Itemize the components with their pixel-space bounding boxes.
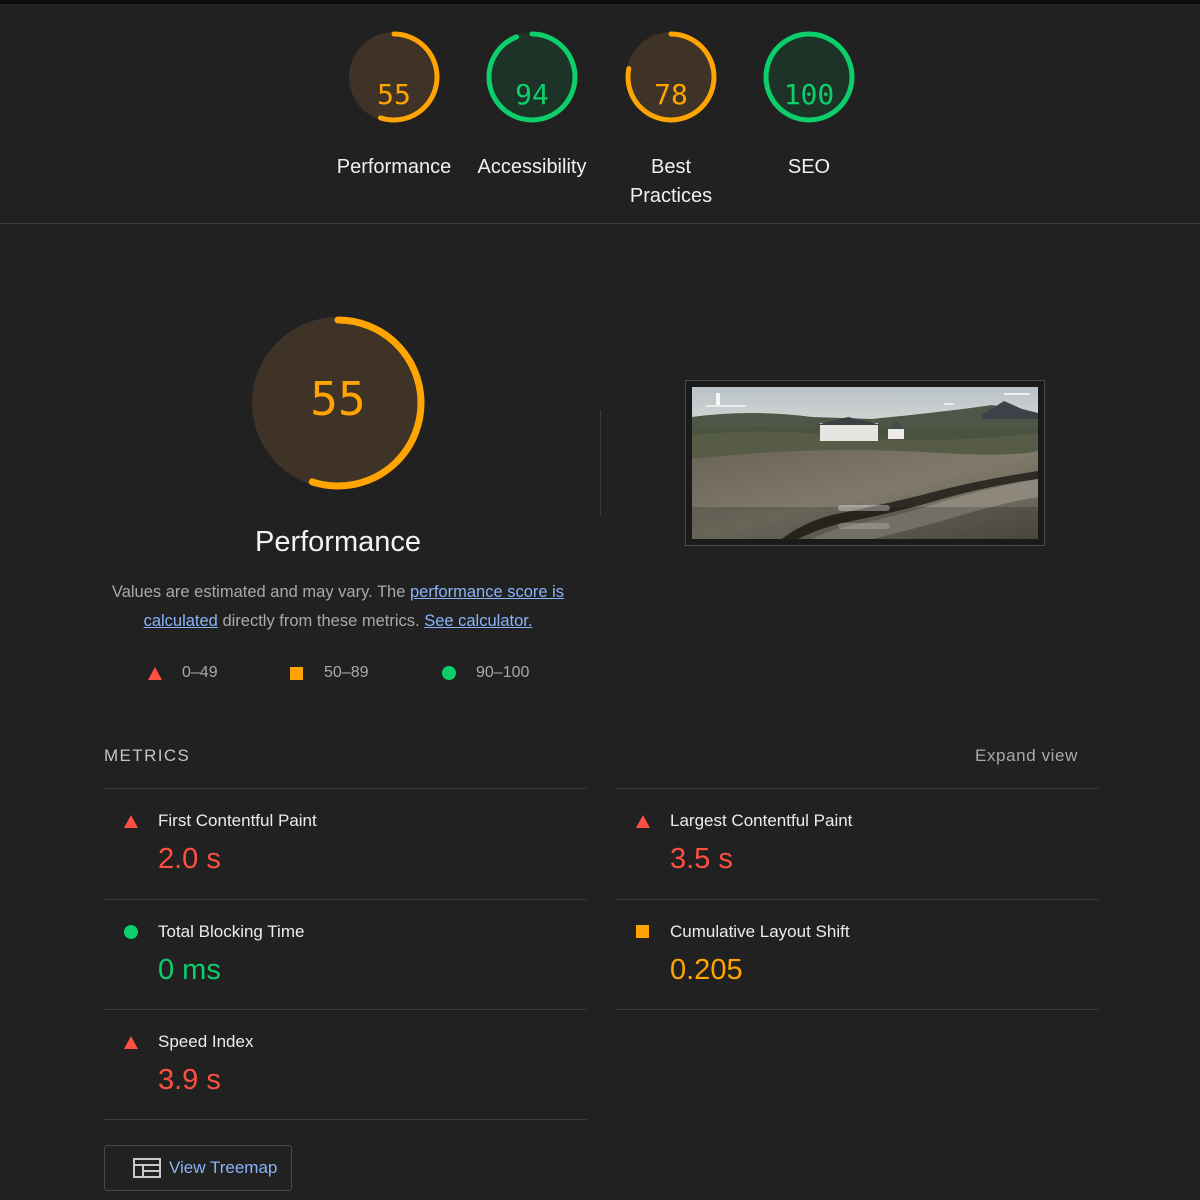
metric-value: 0 ms: [158, 954, 221, 986]
fail-triangle-icon: [124, 1036, 138, 1049]
gauge-ring: [486, 31, 578, 123]
metric-first-contentful-paint: First Contentful Paint 2.0 s: [104, 789, 587, 899]
metric-cumulative-layout-shift: Cumulative Layout Shift 0.205: [616, 900, 1099, 1010]
legend-item-average: 50–89: [290, 660, 369, 686]
expand-view-toggle[interactable]: Expand view: [975, 746, 1078, 766]
metrics-heading: METRICS: [104, 746, 191, 765]
metric-total-blocking-time: Total Blocking Time 0 ms: [104, 900, 587, 1010]
legend-item-fail: 0–49: [148, 660, 218, 686]
final-screenshot: [692, 387, 1038, 539]
metric-value: 0.205: [670, 954, 743, 986]
average-square-icon: [290, 666, 303, 680]
score-legend: 0–49 50–89 90–100: [0, 660, 700, 686]
performance-description: Values are estimated and may vary. The p…: [98, 578, 578, 636]
metric-label: First Contentful Paint: [158, 811, 317, 830]
average-square-icon: [636, 925, 649, 938]
metric-label: Speed Index: [158, 1032, 254, 1051]
gauge-performance[interactable]: 55 Performance: [324, 17, 464, 178]
treemap-button-label: View Treemap: [169, 1158, 278, 1177]
legend-item-pass: 90–100: [442, 660, 529, 686]
metric-label: Total Blocking Time: [158, 922, 305, 941]
landscape-image: [692, 387, 1038, 539]
gauge-score: 100: [783, 78, 835, 111]
pass-circle-icon: [442, 666, 456, 680]
performance-score: 55: [310, 372, 366, 426]
description-text: directly from these metrics.: [217, 612, 425, 630]
metric-largest-contentful-paint: Largest Contentful Paint 3.5 s: [616, 789, 1099, 899]
gauge-best-practices[interactable]: 78 Best Practices: [601, 17, 741, 207]
fail-triangle-icon: [636, 815, 650, 828]
fail-triangle-icon: [148, 666, 162, 680]
description-text: Values are estimated and may vary. The: [111, 583, 410, 601]
gauge-label-line: Best: [650, 156, 692, 178]
metric-speed-index: Speed Index 3.9 s: [104, 1010, 587, 1120]
legend-range: 90–100: [476, 664, 530, 681]
pass-circle-icon: [124, 925, 138, 939]
view-treemap-button[interactable]: View Treemap: [104, 1145, 292, 1191]
see-calculator-link[interactable]: See calculator.: [424, 612, 532, 630]
metric-value: 2.0 s: [158, 843, 221, 875]
gauge-score: 78: [654, 78, 688, 111]
gauge-accessibility[interactable]: 94 Accessibility: [462, 17, 602, 178]
top-border: [0, 0, 1200, 4]
gauge-score: 94: [515, 78, 549, 111]
legend-range: 50–89: [324, 664, 369, 681]
metrics-divider: [616, 1009, 1099, 1010]
header-separator: [0, 223, 1200, 224]
gauge-label: Best Practices: [591, 153, 751, 211]
performance-title: Performance: [254, 526, 421, 558]
gauge-ring: [625, 31, 717, 123]
gauge-label: Accessibility: [477, 156, 587, 178]
gauge-ring: [348, 31, 440, 123]
metric-label: Largest Contentful Paint: [670, 811, 853, 830]
gauge-label: Performance: [336, 156, 452, 178]
gauge-score: 55: [377, 78, 411, 111]
legend-range: 0–49: [182, 664, 218, 681]
gauge-ring: [763, 31, 855, 123]
treemap-icon: [133, 1158, 161, 1178]
gauge-label: SEO: [787, 156, 831, 178]
final-screenshot-frame[interactable]: [685, 380, 1045, 546]
metric-value: 3.5 s: [670, 843, 733, 875]
gauge-seo[interactable]: 100 SEO: [739, 17, 879, 178]
gauge-label-line: Practices: [629, 185, 713, 207]
metric-label: Cumulative Layout Shift: [670, 922, 850, 941]
vertical-divider: [600, 410, 601, 516]
fail-triangle-icon: [124, 815, 138, 828]
metric-value: 3.9 s: [158, 1064, 221, 1096]
metrics-divider: [104, 1119, 587, 1120]
